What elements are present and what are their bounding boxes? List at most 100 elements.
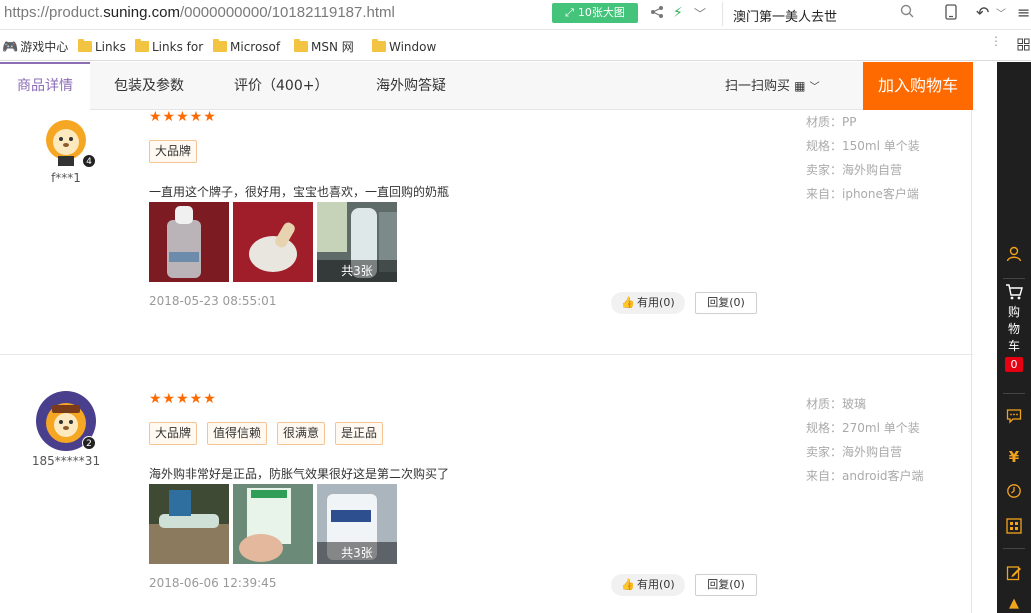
- meta-material: 材质：PP: [806, 115, 857, 129]
- grid-icon[interactable]: [1017, 38, 1030, 54]
- favorite-label: Links for: [152, 40, 204, 54]
- add-to-cart-button[interactable]: 加入购物车: [863, 62, 973, 110]
- favorite-msn[interactable]: MSN 网: [294, 39, 354, 55]
- message-icon[interactable]: [1005, 408, 1023, 426]
- review-photo-more[interactable]: 共3张: [317, 202, 397, 282]
- address-bar: https://product.suning.com/0000000000/10…: [0, 0, 1031, 30]
- review-tag: 是正品: [335, 422, 384, 445]
- share-icon[interactable]: [650, 5, 664, 23]
- review-date: 2018-06-06 12:39:45: [149, 576, 277, 590]
- url-suffix: /0000000000/10182119187.html: [179, 4, 395, 21]
- meta-seller: 卖家：海外购自营: [806, 445, 903, 459]
- big-pic-button[interactable]: ⤢ 10张大图: [552, 3, 638, 23]
- review-photo[interactable]: [233, 484, 313, 564]
- tab-package-params[interactable]: 包装及参数: [114, 62, 184, 110]
- review-photo[interactable]: [149, 202, 229, 282]
- cart-icon: [997, 284, 1031, 304]
- folder-icon: [135, 39, 149, 52]
- meta-source: 来自：iphone客户端: [806, 187, 919, 201]
- rating-stars: ★★★★★: [149, 391, 217, 407]
- review-date: 2018-05-23 08:55:01: [149, 294, 277, 308]
- search-box[interactable]: 澳门第一美人去世: [722, 2, 922, 26]
- chevron-down-icon: ﹀: [809, 82, 820, 93]
- favorites-overflow-icon[interactable]: ⋮: [990, 33, 1002, 49]
- favorites-bar: 🎮 游戏中心 Links Links for Microsof MSN 网 Win…: [0, 31, 1031, 61]
- favorite-windows[interactable]: Window: [372, 39, 436, 55]
- sidebar-divider: [1003, 548, 1025, 549]
- gamepad-icon: 🎮: [2, 40, 19, 55]
- favorite-microsoft[interactable]: Microsof: [213, 39, 280, 55]
- favorite-label: 游戏中心: [20, 40, 69, 54]
- meta-spec: 规格：270ml 单个装: [806, 421, 920, 435]
- reply-button[interactable]: 回复(0): [695, 574, 757, 596]
- favorite-label: Window: [389, 40, 437, 54]
- meta-spec: 规格：150ml 单个装: [806, 139, 920, 153]
- search-input[interactable]: 澳门第一美人去世: [733, 6, 837, 25]
- review-text: 海外购非常好是正品，防胀气效果很好这是第二次购买了: [149, 467, 450, 481]
- meta-source: 来自：android客户端: [806, 469, 924, 483]
- useful-button[interactable]: 👍 有用(0): [611, 574, 685, 596]
- sidebar-divider: [1003, 278, 1025, 279]
- favorite-game-center[interactable]: 🎮 游戏中心: [2, 39, 68, 55]
- folder-icon: [78, 39, 92, 52]
- review-photo-more[interactable]: 共3张: [317, 484, 397, 564]
- phone-icon[interactable]: [945, 4, 957, 24]
- lightning-icon[interactable]: ⚡: [673, 5, 683, 21]
- reply-button[interactable]: 回复(0): [695, 292, 757, 314]
- product-tab-bar: 商品详情 包装及参数 评价（400+） 海外购答疑 扫一扫购买 ▦ ﹀ 加入购物…: [0, 62, 973, 110]
- big-pic-label: 10张大图: [577, 6, 625, 19]
- vip-level-icon: 2: [82, 436, 96, 450]
- qr-code-icon: ▦: [794, 79, 806, 93]
- folder-icon: [213, 39, 227, 52]
- tab-reviews[interactable]: 评价（400+）: [234, 62, 328, 110]
- useful-label: 有用(0): [637, 296, 675, 309]
- history-icon[interactable]: [1005, 483, 1023, 501]
- cart-label-char: 购: [1007, 305, 1020, 319]
- url-field[interactable]: https://product.suning.com/0000000000/10…: [4, 4, 395, 21]
- useful-button[interactable]: 👍 有用(0): [611, 292, 685, 314]
- rating-stars: ★★★★★: [149, 109, 217, 125]
- feedback-edit-icon[interactable]: [1005, 565, 1023, 583]
- reviewer-name: 185*****31: [31, 454, 101, 468]
- useful-label: 有用(0): [637, 578, 675, 591]
- tab-product-detail[interactable]: 商品详情: [0, 62, 90, 110]
- url-prefix: https://product.: [4, 4, 104, 21]
- right-sidebar: 购 物 车 0 ¥ ▲: [997, 62, 1031, 613]
- folder-icon: [372, 39, 386, 52]
- chevron-down-icon[interactable]: ﹀: [694, 5, 706, 22]
- expand-icon: ⤢: [565, 6, 574, 19]
- review-tag: 很满意: [277, 422, 326, 445]
- photo-count-label: 共3张: [317, 542, 397, 564]
- photo-count-label: 共3张: [317, 260, 397, 282]
- scroll-top-icon[interactable]: ▲: [1005, 595, 1023, 613]
- qr-code-icon[interactable]: [1005, 518, 1023, 536]
- meta-material: 材质：玻璃: [806, 397, 867, 411]
- review-tag: 值得信赖: [207, 422, 268, 445]
- reviewer-name: f***1: [51, 171, 81, 185]
- favorite-links[interactable]: Links: [78, 39, 126, 55]
- cart-label-char: 车: [1007, 339, 1020, 353]
- cart-label-char: 物: [1007, 322, 1020, 336]
- review-photo[interactable]: [233, 202, 313, 282]
- menu-icon[interactable]: ≡: [1017, 3, 1030, 22]
- sidebar-cart[interactable]: 购 物 车 0: [997, 284, 1031, 373]
- review-tag: 大品牌: [149, 422, 198, 445]
- favorite-label: Links: [95, 40, 126, 54]
- yen-icon[interactable]: ¥: [1005, 448, 1023, 466]
- scan-to-buy[interactable]: 扫一扫购买 ▦ ﹀: [725, 62, 820, 112]
- review-tag: 大品牌: [149, 140, 198, 163]
- meta-seller: 卖家：海外购自营: [806, 163, 903, 177]
- undo-icon[interactable]: ↶: [976, 3, 989, 22]
- url-domain: suning.com: [103, 4, 180, 21]
- undo-menu-chevron-icon[interactable]: ﹀: [996, 5, 1006, 20]
- review-text: 一直用这个牌子，很好用，宝宝也喜欢，一直回购的奶瓶: [149, 185, 450, 199]
- scan-to-buy-label: 扫一扫购买: [725, 79, 791, 94]
- thumbs-up-icon: 👍: [621, 578, 636, 591]
- favorite-links-for[interactable]: Links for: [135, 39, 203, 55]
- user-icon[interactable]: [1005, 246, 1023, 264]
- review-photo[interactable]: [149, 484, 229, 564]
- tab-overseas-qa[interactable]: 海外购答疑: [376, 62, 446, 110]
- thumbs-up-icon: 👍: [621, 296, 636, 309]
- search-icon[interactable]: [900, 4, 914, 22]
- cart-count-badge: 0: [1005, 357, 1023, 372]
